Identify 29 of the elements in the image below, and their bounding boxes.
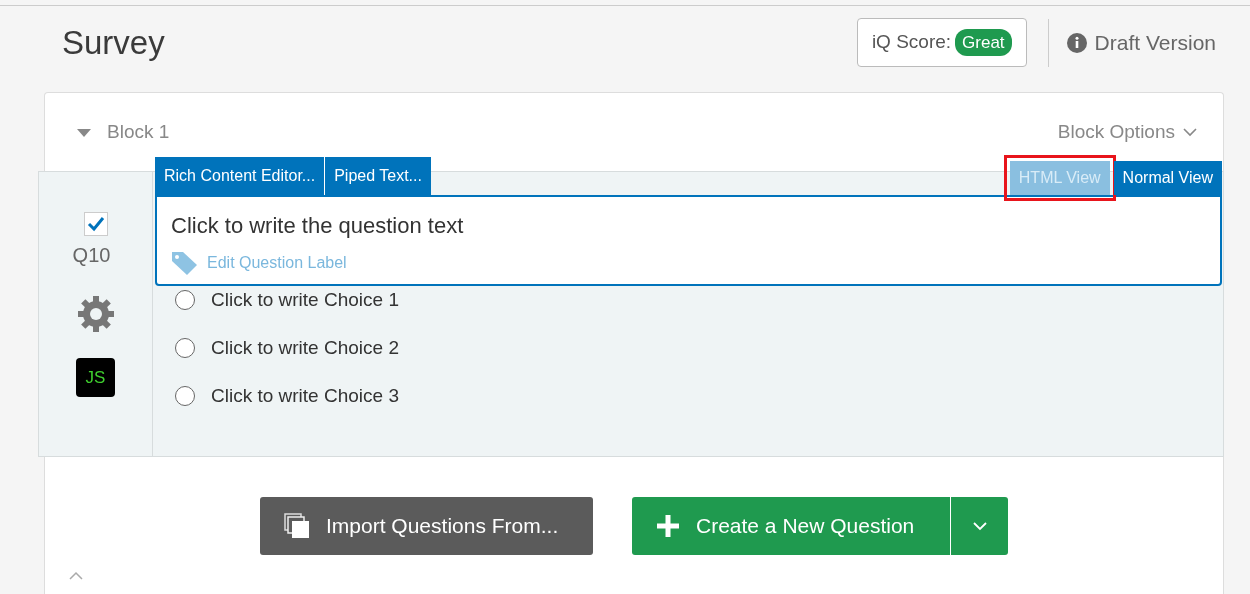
iq-score-button[interactable]: iQ Score: Great xyxy=(856,18,1027,67)
block-title: Block 1 xyxy=(107,119,170,144)
question-text-field[interactable]: Click to write the question text xyxy=(171,209,1206,242)
chevron-down-icon xyxy=(972,521,987,531)
dropdown-button[interactable] xyxy=(950,497,1008,555)
create-question-button[interactable]: Create a New Question xyxy=(632,497,950,555)
version-label: Draft Version xyxy=(1094,29,1216,56)
radio-button[interactable] xyxy=(175,386,195,406)
radio-button[interactable] xyxy=(175,290,195,310)
radio-button[interactable] xyxy=(175,338,195,358)
plus-icon xyxy=(656,514,680,538)
choice-text[interactable]: Click to write Choice 1 xyxy=(211,285,399,315)
info-icon xyxy=(1066,32,1087,53)
toolbar-button[interactable]: Rich Content Editor... xyxy=(155,157,325,195)
block-options-menu[interactable]: Block Options xyxy=(1057,117,1197,147)
javascript-icon[interactable]: JS xyxy=(76,358,115,397)
score-badge: Great xyxy=(955,28,1012,57)
tag-icon xyxy=(171,250,199,276)
question-number: Q10 xyxy=(72,243,111,268)
choice-text[interactable]: Click to write Choice 3 xyxy=(211,381,399,411)
view-tab[interactable]: Normal View xyxy=(1113,161,1222,195)
page-title: Survey xyxy=(62,23,165,63)
choice-text[interactable]: Click to write Choice 2 xyxy=(211,333,399,363)
chevron-down-icon xyxy=(1183,127,1197,137)
copy-icon xyxy=(284,513,310,539)
question-checkbox[interactable] xyxy=(83,212,108,236)
toolbar-button[interactable]: Piped Text... xyxy=(324,157,431,195)
import-questions-button[interactable]: Import Questions From... xyxy=(260,497,593,555)
settings-icon[interactable] xyxy=(75,294,116,334)
